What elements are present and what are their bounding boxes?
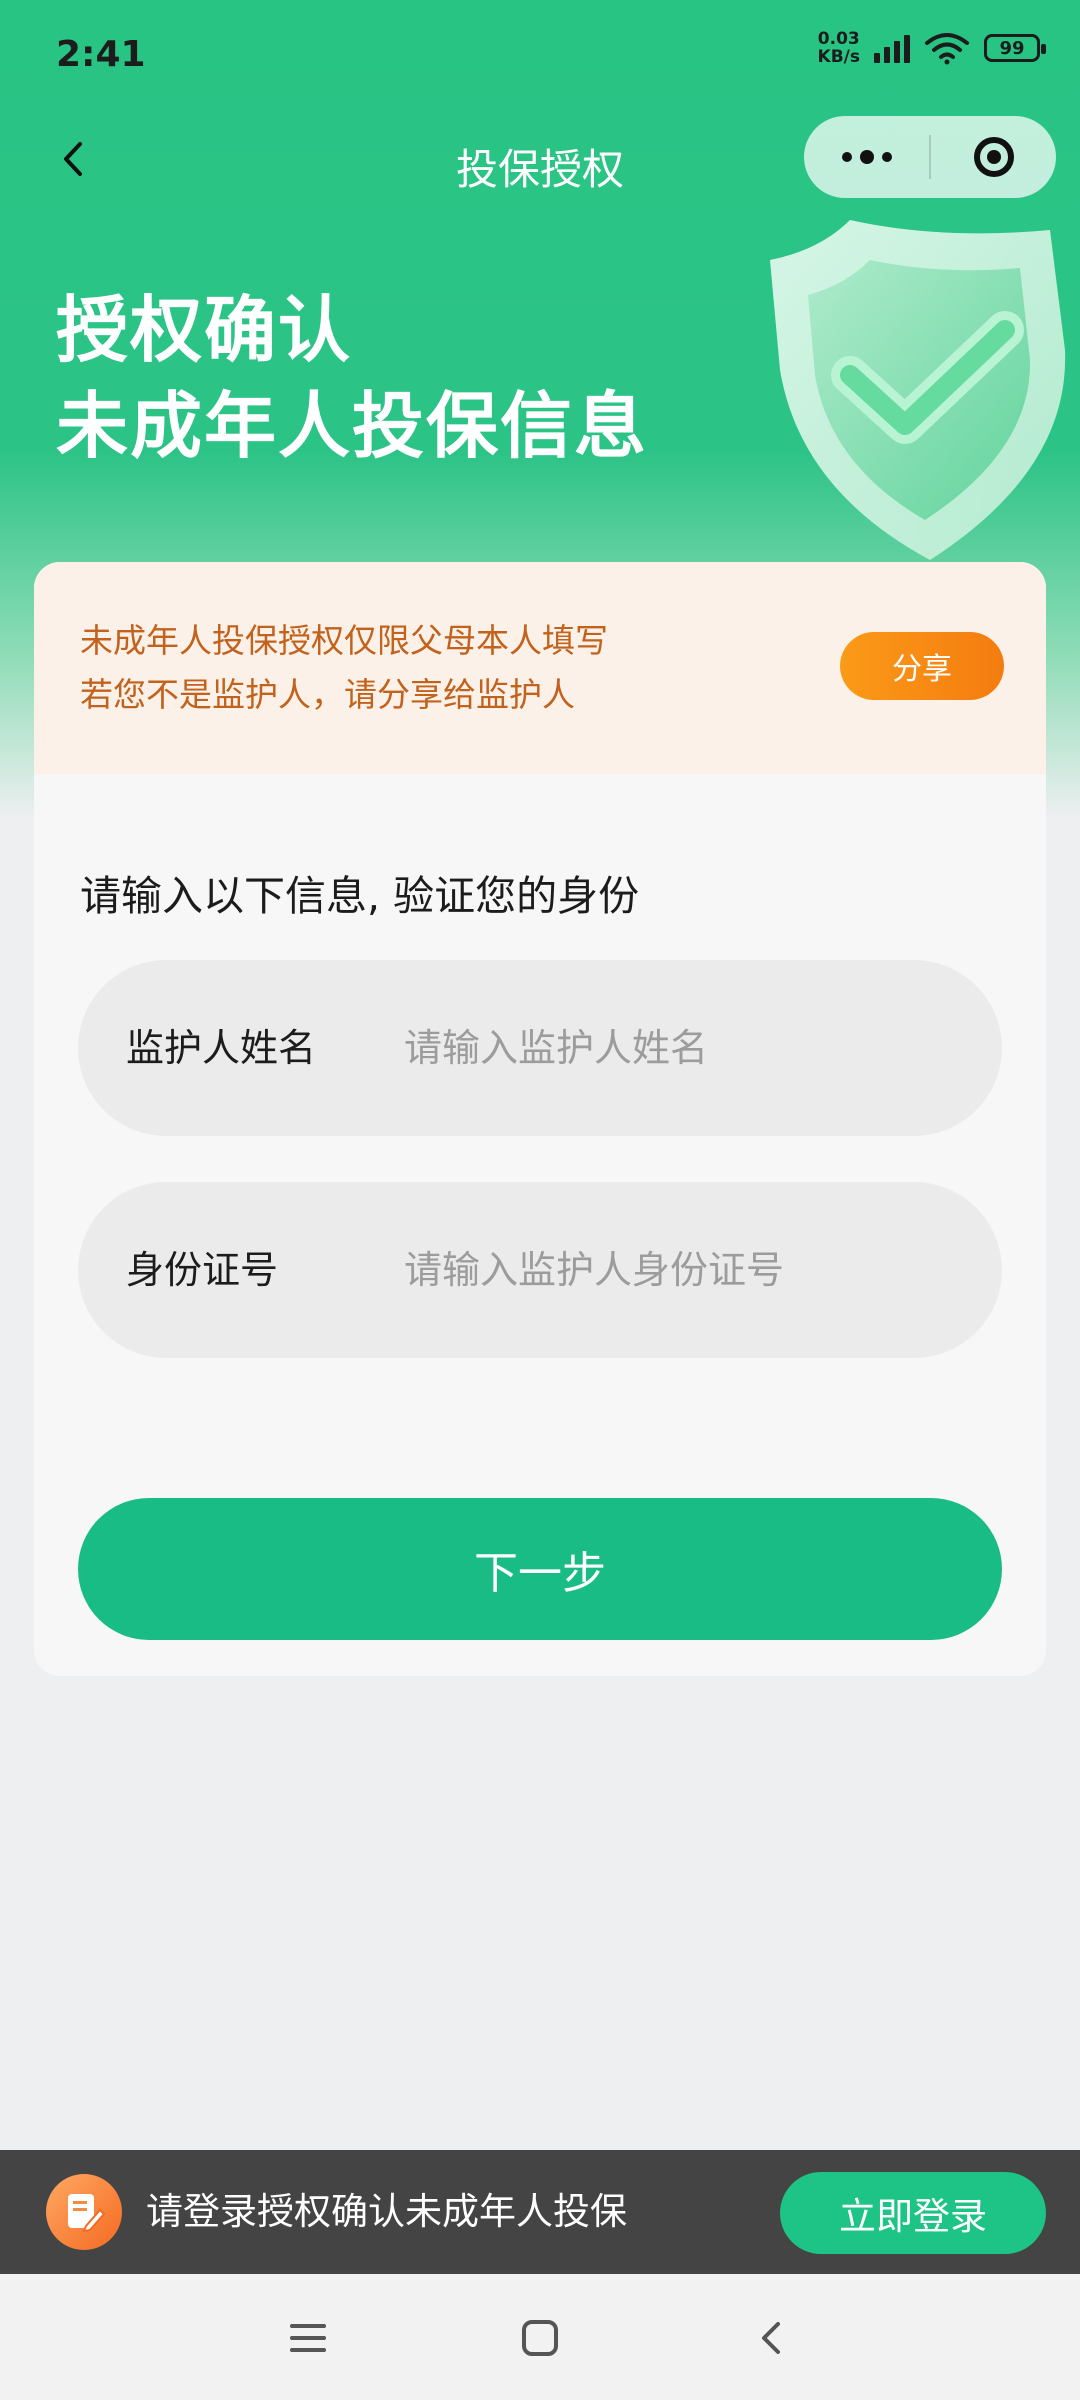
back-icon[interactable] — [744, 2310, 800, 2366]
guardian-id-field: 身份证号 — [78, 1182, 1002, 1358]
net-speed-value: 0.03 — [817, 29, 860, 49]
document-edit-icon — [46, 2174, 122, 2250]
nav-bar: 投保授权 — [0, 110, 1080, 210]
login-prompt-text: 请登录授权确认未成年人投保 — [146, 2190, 627, 2233]
signal-icon — [874, 33, 910, 63]
guardian-id-label: 身份证号 — [126, 1248, 279, 1292]
shield-check-icon — [770, 220, 1066, 560]
wifi-icon — [925, 33, 969, 65]
menu-icon[interactable] — [280, 2310, 336, 2366]
notice-line1: 未成年人投保授权仅限父母本人填写 — [80, 621, 608, 660]
net-speed: 0.03 KB/s — [818, 30, 860, 66]
net-speed-unit: KB/s — [817, 47, 860, 67]
hero-title-line1: 授权确认 — [56, 288, 353, 372]
home-square-icon[interactable] — [512, 2310, 568, 2366]
system-nav-bar — [0, 2274, 1080, 2400]
auth-card: 未成年人投保授权仅限父母本人填写 若您不是监护人，请分享给监护人 分享 请输入以… — [34, 562, 1046, 1676]
guardian-name-label: 监护人姓名 — [126, 1026, 317, 1070]
status-icons: 0.03 KB/s 99 — [818, 30, 1046, 66]
notice-line2: 若您不是监护人，请分享给监护人 — [80, 675, 575, 714]
status-time: 2:41 — [56, 34, 146, 75]
battery-level: 99 — [999, 37, 1025, 59]
notice-text: 未成年人投保授权仅限父母本人填写 若您不是监护人，请分享给监护人 — [80, 614, 608, 722]
login-now-button[interactable]: 立即登录 — [780, 2172, 1046, 2254]
hero-title: 授权确认 未成年人投保信息 — [56, 282, 648, 474]
form-heading: 请输入以下信息, 验证您的身份 — [80, 872, 640, 920]
more-dots-icon[interactable] — [804, 116, 929, 198]
next-step-button[interactable]: 下一步 — [78, 1498, 1002, 1640]
guardian-id-input[interactable] — [404, 1220, 964, 1320]
guardian-notice: 未成年人投保授权仅限父母本人填写 若您不是监护人，请分享给监护人 分享 — [34, 562, 1046, 774]
guardian-name-field: 监护人姓名 — [78, 960, 1002, 1136]
hero-title-line2: 未成年人投保信息 — [56, 384, 649, 468]
mini-program-capsule — [804, 116, 1056, 198]
status-bar: 2:41 0.03 KB/s 99 — [0, 0, 1080, 110]
login-prompt-bar: 请登录授权确认未成年人投保 立即登录 — [0, 2150, 1080, 2274]
guardian-name-input[interactable] — [404, 998, 964, 1098]
battery-icon: 99 — [984, 34, 1046, 62]
target-close-icon[interactable] — [931, 116, 1056, 198]
share-button[interactable]: 分享 — [840, 632, 1004, 700]
